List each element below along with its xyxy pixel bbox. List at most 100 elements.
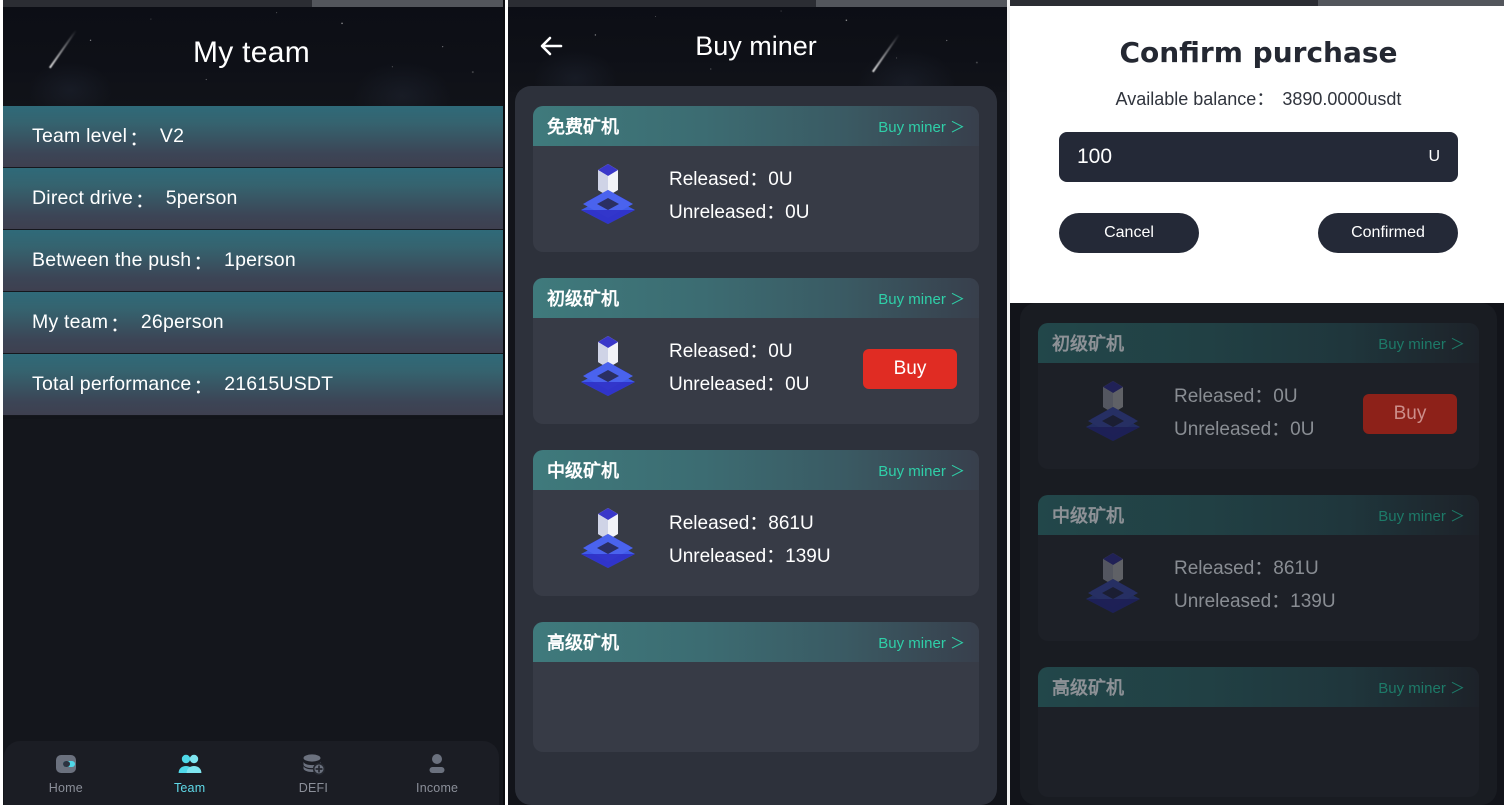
team-stat-separator: ： <box>193 376 214 398</box>
screenshot-root: My team Team level： V2 Direct drive： 5pers… <box>0 0 1507 805</box>
team-stat-label: Between the push <box>32 249 192 271</box>
unreleased-value: 0U <box>785 202 810 223</box>
buy-miner-link[interactable]: Buy miner ＞ <box>878 460 965 481</box>
miner-card-body <box>1038 707 1479 797</box>
unreleased-line: Unreleased：0U <box>1174 414 1314 447</box>
buy-miner-link[interactable]: Buy miner ＞ <box>878 116 965 137</box>
unreleased-value: 0U <box>785 374 810 395</box>
miner-stats: Released：0U Unreleased：0U <box>669 164 809 229</box>
miner-list: 免费矿机 Buy miner ＞ Released：0U Unreleased：… <box>515 86 997 805</box>
miner-card-body: Released：861U Unreleased：139U <box>533 490 979 596</box>
miner-stats: Released：0U Unreleased：0U <box>669 336 809 401</box>
miner-card-header: 中级矿机 Buy miner ＞ <box>1038 495 1479 535</box>
my-team-header: My team <box>0 0 503 106</box>
miner-card-title: 免费矿机 <box>547 117 619 138</box>
miner-card-header: 高级矿机 Buy miner ＞ <box>1038 667 1479 707</box>
nav-tab-income[interactable]: Income <box>375 751 499 795</box>
miner-card: 高级矿机 Buy miner ＞ <box>533 622 979 752</box>
confirm-purchase-panel: 初级矿机 Buy miner ＞ Released：0U Unreleased：… <box>1010 0 1507 805</box>
dialog-title: Confirm purchase <box>1119 36 1398 69</box>
back-arrow-icon[interactable] <box>535 29 569 63</box>
released-value: 0U <box>768 341 793 363</box>
available-balance-value: 3890.0000usdt <box>1282 89 1402 109</box>
miner-card: 免费矿机 Buy miner ＞ Released：0U Unreleased：… <box>533 106 979 252</box>
team-icon <box>177 751 203 777</box>
buy-miner-link[interactable]: Buy miner ＞ <box>878 632 965 653</box>
nav-tab-defi[interactable]: DEFI <box>252 751 376 795</box>
amount-input-value[interactable]: 100 <box>1077 145 1112 169</box>
miner-card-title: 高级矿机 <box>1052 678 1124 699</box>
released-line: Released：861U <box>1174 553 1336 586</box>
miner-list-dimmed: 初级矿机 Buy miner ＞ Released：0U Unreleased：… <box>1020 303 1497 805</box>
released-value: 861U <box>1273 558 1319 580</box>
miner-card-body <box>533 662 979 752</box>
miner-card-title: 中级矿机 <box>547 461 619 482</box>
miner-card: 高级矿机 Buy miner ＞ <box>1038 667 1479 797</box>
miner-stats: Released：861U Unreleased：139U <box>1174 553 1336 618</box>
unreleased-value: 0U <box>1290 419 1315 440</box>
income-icon <box>424 751 450 777</box>
confirm-button[interactable]: Confirmed <box>1318 213 1458 253</box>
miner-machine-icon <box>569 332 647 406</box>
miner-machine-icon <box>569 160 647 234</box>
buy-miner-link[interactable]: Buy miner ＞ <box>1378 677 1465 698</box>
home-icon <box>53 751 79 777</box>
team-stat-row: Direct drive： 5person <box>0 168 503 230</box>
team-stat-separator: ： <box>110 314 130 336</box>
panel-left-edge <box>505 0 508 805</box>
team-stat-label: Team level <box>32 125 128 147</box>
released-label: Released： <box>669 513 769 535</box>
buy-miner-panel: Buy miner 免费矿机 Buy miner ＞ Released：0U U… <box>505 0 1010 805</box>
dialog-actions: Cancel Confirmed <box>1059 213 1458 253</box>
meteor-decoration <box>48 29 78 69</box>
confirm-purchase-dialog: Confirm purchase Available balance： 3890.… <box>1010 6 1507 303</box>
unreleased-label: Unreleased： <box>669 546 786 567</box>
team-stat-label: Direct drive <box>32 187 134 209</box>
miner-card-title: 高级矿机 <box>547 633 619 654</box>
released-label: Released： <box>1174 558 1274 580</box>
buy-miner-link[interactable]: Buy miner ＞ <box>1378 333 1465 354</box>
unreleased-value: 139U <box>785 546 831 567</box>
unreleased-line: Unreleased：139U <box>1174 586 1336 619</box>
miner-card-body: Released：0U Unreleased：0U Buy <box>533 318 979 424</box>
team-stat-row: My team ： 26person <box>0 292 503 354</box>
nav-tab-label: Income <box>416 781 459 795</box>
nav-tab-team[interactable]: Team <box>128 751 252 795</box>
miner-card-title: 初级矿机 <box>1052 334 1124 355</box>
miner-card-header: 初级矿机 Buy miner ＞ <box>533 278 979 318</box>
released-label: Released： <box>669 169 769 191</box>
nav-tab-label: Team <box>173 781 206 795</box>
miner-card-body: Released：0U Unreleased：0U <box>533 146 979 252</box>
released-line: Released：0U <box>669 164 809 197</box>
miner-machine-icon <box>1074 549 1152 623</box>
released-line: Released：0U <box>1174 381 1314 414</box>
released-line: Released：861U <box>669 508 831 541</box>
unreleased-line: Unreleased：0U <box>669 197 809 230</box>
buy-button[interactable]: Buy <box>863 349 957 389</box>
nav-tab-home[interactable]: Home <box>4 751 128 795</box>
released-value: 0U <box>1273 386 1298 408</box>
miner-machine-icon <box>569 504 647 578</box>
miner-card: 中级矿机 Buy miner ＞ Released：861U Unrelease… <box>533 450 979 596</box>
panel-left-edge <box>0 0 3 805</box>
miner-machine-icon <box>1074 377 1152 451</box>
unreleased-label: Unreleased： <box>1174 419 1291 440</box>
team-stat-row: Team level： V2 <box>0 106 503 168</box>
buy-miner-link[interactable]: Buy miner ＞ <box>1378 505 1465 526</box>
cancel-button[interactable]: Cancel <box>1059 213 1199 253</box>
team-stat-row: Between the push： 1person <box>0 230 503 292</box>
amount-input[interactable]: 100 U <box>1059 132 1458 182</box>
page-title: Buy miner <box>695 30 817 61</box>
available-balance: Available balance： 3890.0000usdt <box>1010 85 1507 111</box>
buy-miner-link[interactable]: Buy miner ＞ <box>878 288 965 309</box>
buy-button[interactable]: Buy <box>1363 394 1457 434</box>
miner-card: 初级矿机 Buy miner ＞ Released：0U Unreleased：… <box>1038 323 1479 469</box>
team-stat-label: My team <box>32 311 109 333</box>
miner-stats: Released：861U Unreleased：139U <box>669 508 831 573</box>
buy-miner-header: Buy miner <box>505 0 1007 92</box>
miner-card-header: 初级矿机 Buy miner ＞ <box>1038 323 1479 363</box>
unreleased-label: Unreleased： <box>1174 591 1291 612</box>
miner-card: 中级矿机 Buy miner ＞ Released：861U Unrelease… <box>1038 495 1479 641</box>
unreleased-line: Unreleased：139U <box>669 541 831 574</box>
unreleased-line: Unreleased：0U <box>669 369 809 402</box>
